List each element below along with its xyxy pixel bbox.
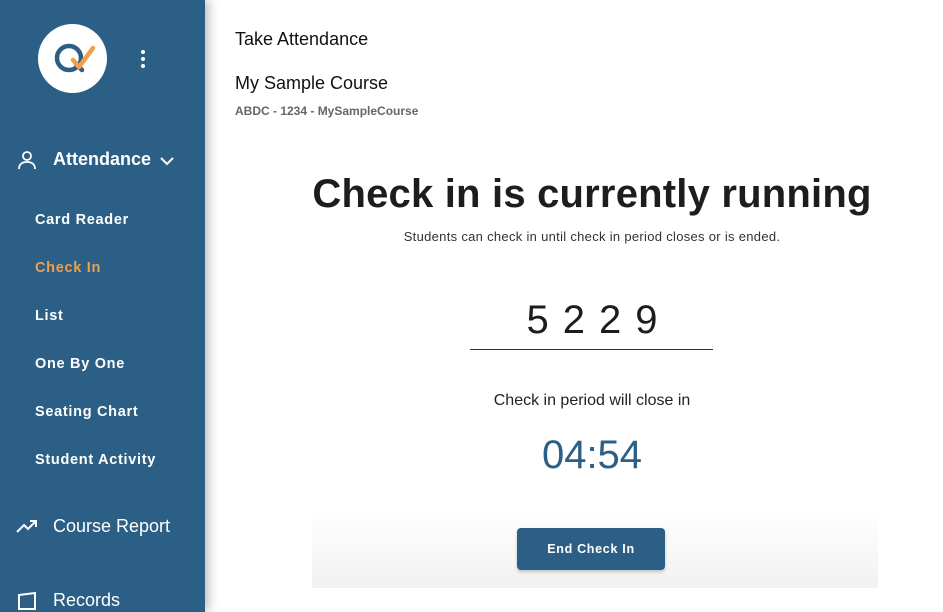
code-underline [470, 349, 713, 350]
sidebar-item-card-reader[interactable]: Card Reader [35, 212, 129, 228]
chevron-down-icon [160, 157, 174, 166]
sidebar-item-one-by-one[interactable]: One By One [35, 356, 125, 372]
app-logo[interactable] [38, 24, 107, 93]
nav-attendance[interactable]: Attendance [0, 140, 205, 180]
nav-course-report-label: Course Report [53, 516, 171, 536]
check-in-heading: Check in is currently running [312, 172, 872, 216]
nav-records[interactable]: Records [0, 581, 205, 612]
person-icon [18, 151, 36, 170]
page-title: Take Attendance [235, 29, 369, 49]
check-in-code: 5229 [526, 298, 672, 342]
logo-icon [54, 43, 96, 73]
trending-up-icon [16, 520, 37, 533]
course-code: ABDC - 1234 - MySampleCourse [235, 104, 419, 118]
sidebar-item-seating-chart[interactable]: Seating Chart [35, 404, 138, 420]
end-check-in-button[interactable]: End Check In [517, 528, 665, 570]
nav-attendance-label: Attendance [53, 149, 152, 169]
more-options-icon[interactable] [136, 47, 150, 71]
nav-records-label: Records [53, 590, 121, 610]
countdown-timer: 04:54 [541, 433, 643, 477]
sidebar-item-check-in[interactable]: Check In [35, 260, 101, 276]
sidebar-item-student-activity[interactable]: Student Activity [35, 452, 156, 468]
check-in-subtext: Students can check in until check in per… [403, 229, 781, 244]
nav-course-report[interactable]: Course Report [0, 507, 205, 547]
sidebar-item-list[interactable]: List [35, 308, 64, 324]
countdown-label: Check in period will close in [493, 392, 691, 409]
folder-icon [18, 591, 36, 610]
course-name: My Sample Course [235, 73, 389, 93]
sidebar: Attendance Card Reader Check In List One… [0, 0, 205, 612]
